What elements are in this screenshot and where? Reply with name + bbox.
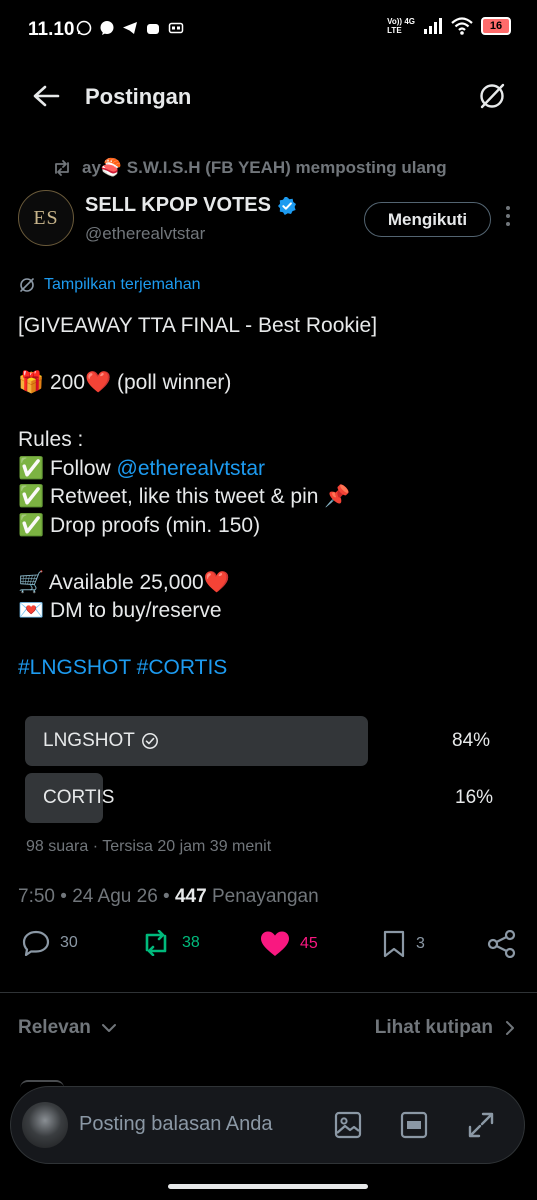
poll-meta: 98 suara · Tersisa 20 jam 39 menit [26, 838, 272, 855]
sort-relevant-dropdown[interactable]: Relevan [18, 1017, 117, 1039]
views-label: Penayangan [206, 886, 319, 907]
heart-filled-icon [261, 931, 289, 956]
tweet-rule-3: ✅ Drop proofs (min. 150) [18, 513, 261, 537]
tweet-prize-line: 🎁 200❤️ (poll winner) [18, 371, 232, 394]
user-avatar [22, 1102, 68, 1148]
bag-icon [147, 24, 159, 34]
like-action[interactable]: 45 [260, 930, 318, 957]
author-name-row[interactable]: SELL KPOP VOTES [85, 194, 297, 217]
battery-level: 16 [489, 20, 503, 32]
signal-icon [424, 18, 442, 34]
like-count: 45 [300, 934, 318, 952]
network-bottom-label: LTE [387, 26, 402, 35]
share-icon [487, 930, 516, 958]
status-time: 11.10 [28, 19, 75, 40]
author-name: SELL KPOP VOTES [85, 194, 271, 216]
author-avatar[interactable]: ES [18, 190, 74, 246]
following-button[interactable]: Mengikuti [364, 202, 491, 237]
repost-action-icon [145, 930, 167, 956]
rule-1-text: ✅ Follow [18, 456, 117, 480]
page-title: Postingan [85, 84, 192, 109]
show-translation-link[interactable]: Tampilkan terjemahan [18, 276, 201, 294]
reply-count: 30 [60, 934, 78, 951]
tweet-actions: 30 38 45 3 [0, 930, 537, 976]
chevron-down-icon [101, 1024, 116, 1032]
status-app-icons [76, 20, 184, 36]
expand-icon[interactable] [467, 1111, 495, 1139]
image-icon[interactable] [334, 1111, 362, 1139]
tweet-text: [GIVEAWAY TTA FINAL - Best Rookie] 🎁 200… [18, 312, 523, 683]
tweet-rule-2: ✅ Retweet, like this tweet & pin 📌 [18, 485, 351, 508]
network-top-label: Vo)) 4G [387, 17, 415, 26]
wifi-icon [451, 17, 473, 35]
card-icon [168, 22, 184, 34]
tweet-dm-line: 💌 DM to buy/reserve [18, 599, 222, 622]
view-quotes-link[interactable]: Lihat kutipan [375, 1017, 515, 1039]
winner-check-icon [141, 733, 158, 749]
repost-icon [55, 160, 69, 176]
repost-indicator[interactable]: ay🍣 S.W.I.S.H (FB YEAH) memposting ulang [52, 158, 447, 178]
mention-link[interactable]: @etherealvtstar [117, 457, 266, 480]
tweet-title-line: [GIVEAWAY TTA FINAL - Best Rookie] [18, 314, 378, 337]
poll-option-2: CORTIS 16% [25, 773, 505, 823]
avatar-logo-text: ES [33, 206, 59, 229]
poll-option-1: LNGSHOT 84% [25, 716, 505, 766]
poll-option-2-percent: 16% [455, 787, 494, 808]
reply-icon [22, 930, 50, 956]
gif-icon[interactable] [400, 1111, 428, 1139]
show-translation-label: Tampilkan terjemahan [44, 276, 201, 293]
timestamp-time: 7:50 • 24 Agu 26 • [18, 886, 175, 907]
tweet-available-line: 🛒 Available 25,000❤️ [18, 570, 230, 594]
reply-action[interactable]: 30 [22, 930, 78, 956]
telegram-icon [123, 22, 137, 34]
tweet-timestamp: 7:50 • 24 Agu 26 • 447 Penayangan [18, 886, 319, 908]
tweet-rule-1: ✅ Follow @etherealvtstar [18, 455, 523, 484]
share-action[interactable] [487, 930, 517, 958]
poll-option-2-label-row: CORTIS [43, 787, 114, 809]
poll-option-1-label-row: LNGSHOT [43, 730, 159, 752]
divider [0, 992, 537, 993]
more-options-icon[interactable] [500, 205, 516, 227]
translate-icon [20, 278, 34, 292]
views-count[interactable]: 447 [175, 886, 207, 907]
home-indicator[interactable] [168, 1184, 368, 1189]
repost-text: ay🍣 S.W.I.S.H (FB YEAH) memposting ulang [82, 158, 447, 177]
poll-option-2-label: CORTIS [43, 787, 115, 808]
poll: LNGSHOT 84% CORTIS 16% [25, 716, 505, 826]
battery-indicator: 16 [481, 17, 511, 35]
poll-option-1-label: LNGSHOT [43, 730, 135, 751]
poll-option-1-percent: 84% [452, 730, 491, 751]
author-handle[interactable]: @etherealvtstar [85, 224, 205, 244]
translate-grok-icon[interactable] [476, 80, 508, 112]
sort-label: Relevan [18, 1017, 91, 1038]
chevron-right-icon [506, 1021, 514, 1035]
top-app-bar [0, 70, 537, 122]
tweet-rules-heading: Rules : [18, 428, 84, 451]
verified-badge-icon [277, 196, 296, 215]
reply-input[interactable]: Posting balasan Anda [79, 1113, 273, 1136]
repost-count: 38 [182, 934, 200, 951]
back-arrow-icon[interactable] [32, 84, 60, 108]
repost-action[interactable]: 38 [140, 930, 200, 956]
status-right-cluster: Vo)) 4G LTE 16 [387, 17, 511, 35]
network-indicator: Vo)) 4G LTE [387, 17, 415, 35]
view-quotes-label: Lihat kutipan [374, 1017, 493, 1038]
whatsapp-icon [76, 20, 92, 36]
bookmark-icon [383, 930, 405, 958]
chat-bubble-icon [100, 21, 114, 35]
hashtags-link[interactable]: #LNGSHOT #CORTIS [18, 654, 523, 683]
bookmark-action[interactable]: 3 [382, 930, 425, 958]
bookmark-count: 3 [416, 935, 425, 952]
status-bar: 11.10 Vo)) 4G LTE 16 [0, 0, 537, 60]
